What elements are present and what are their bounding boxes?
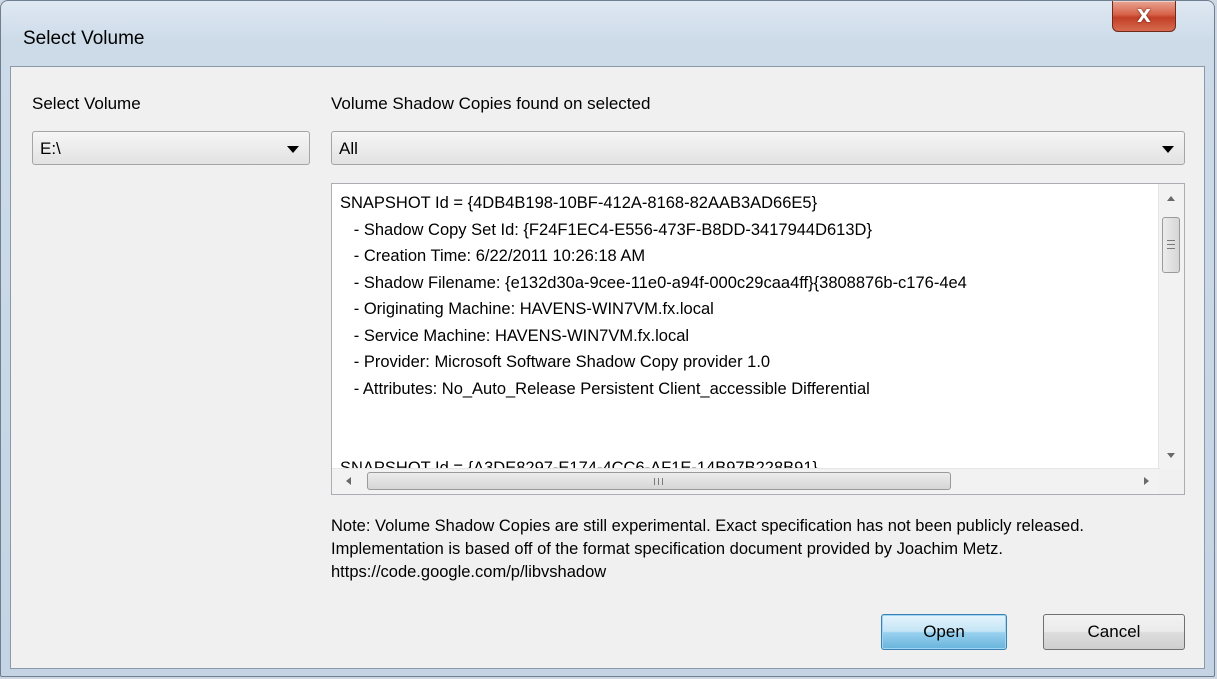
select-volume-dialog: Select Volume X Select Volume E:\ Volume…: [0, 0, 1215, 677]
open-button[interactable]: Open: [881, 614, 1007, 650]
volume-select[interactable]: E:\: [32, 131, 310, 165]
shadow-copy-details[interactable]: SNAPSHOT Id = {4DB4B198-10BF-412A-8168-8…: [331, 183, 1185, 495]
shadow-copy-select[interactable]: All: [331, 131, 1185, 165]
vertical-scrollbar[interactable]: [1158, 184, 1184, 469]
scroll-left-icon[interactable]: [346, 477, 351, 485]
scroll-right-icon[interactable]: [1144, 477, 1149, 485]
title-bar[interactable]: Select Volume X: [1, 1, 1214, 65]
experimental-note: Note: Volume Shadow Copies are still exp…: [331, 517, 1084, 581]
close-button[interactable]: X: [1112, 1, 1176, 32]
chevron-down-icon[interactable]: [1162, 146, 1174, 153]
close-icon: X: [1137, 5, 1151, 27]
chevron-down-icon[interactable]: [287, 146, 299, 153]
volume-select-value: E:\: [40, 139, 61, 158]
window-title: Select Volume: [23, 28, 145, 49]
horizontal-scroll-thumb[interactable]: [367, 472, 951, 490]
vertical-scroll-thumb[interactable]: [1162, 217, 1180, 273]
shadow-copies-label: Volume Shadow Copies found on selected: [331, 94, 651, 113]
cancel-button[interactable]: Cancel: [1043, 614, 1185, 650]
select-volume-label: Select Volume: [32, 94, 141, 113]
shadow-copy-details-text: SNAPSHOT Id = {4DB4B198-10BF-412A-8168-8…: [340, 194, 967, 470]
dialog-body: Select Volume E:\ Volume Shadow Copies f…: [10, 66, 1205, 669]
scroll-down-icon[interactable]: [1167, 453, 1175, 458]
scrollbar-corner: [1159, 469, 1184, 494]
shadow-copy-select-value: All: [339, 139, 358, 158]
horizontal-scrollbar[interactable]: [332, 468, 1160, 494]
scroll-up-icon[interactable]: [1167, 196, 1175, 201]
